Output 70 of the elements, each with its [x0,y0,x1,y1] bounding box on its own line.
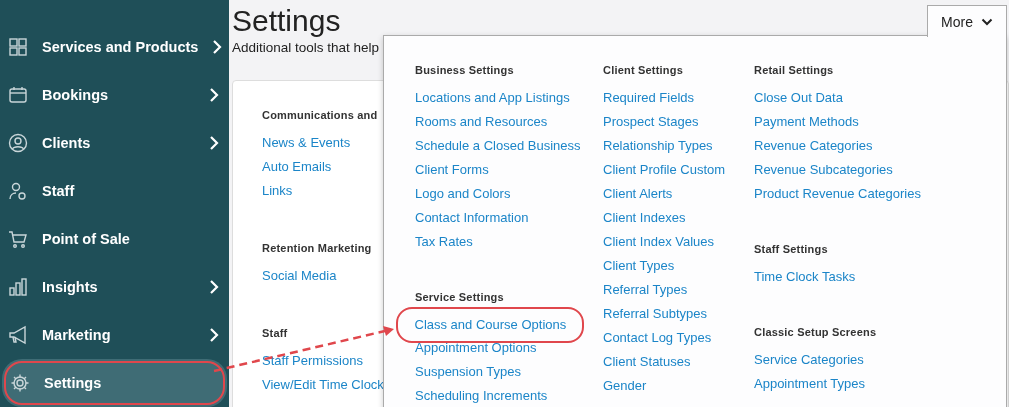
settings-link[interactable]: Prospect Stages [603,110,699,134]
settings-link[interactable]: Locations and App Listings [415,86,570,110]
section-heading: Business Settings [415,63,514,78]
settings-link[interactable]: Client Index Values [603,230,715,254]
settings-link[interactable]: Relationship Types [603,134,713,158]
chevron-right-icon [209,136,219,150]
settings-link[interactable]: Staff Permissions [262,349,363,373]
bar-chart-icon [8,277,28,297]
chevron-down-icon [980,17,993,26]
settings-link[interactable]: Service Categories [754,348,864,372]
settings-link[interactable]: Revenue Categories [754,134,873,158]
cart-icon [8,229,28,249]
person-circle-icon [8,133,28,153]
settings-link[interactable]: Referral Types [603,278,688,302]
settings-link[interactable]: Client Alerts [603,182,673,206]
settings-link[interactable]: Referral Subtypes [603,302,708,326]
settings-link[interactable]: Close Out Data [754,86,843,110]
settings-link[interactable]: Auto Emails [262,155,332,179]
settings-link[interactable]: Client Indexes [603,206,686,230]
sidebar-item[interactable]: Staff [0,167,229,215]
settings-link[interactable]: Revenue Subcategories [754,158,893,182]
section-heading: Retail Settings [754,63,834,78]
section-heading: Service Settings [415,290,504,305]
sidebar-item[interactable]: Bookings [0,71,229,119]
calendar-icon [8,85,28,105]
megaphone-icon [8,325,28,345]
page-subtitle: Additional tools that help [232,39,380,56]
sidebar-item[interactable]: Settings [2,359,227,407]
section-heading: Staff [262,326,288,341]
section-heading: Staff Settings [754,242,828,257]
settings-link[interactable]: Gender [603,374,647,398]
section-heading: Retention Marketing [262,241,372,256]
page-title: Settings [232,3,341,39]
section-heading: Classic Setup Screens [754,325,877,340]
settings-link[interactable]: Client Forms [415,158,489,182]
settings-link[interactable]: Client Types [603,254,675,278]
settings-link[interactable]: Rooms and Resources [415,110,548,134]
settings-link[interactable]: Product Revenue Categories [754,182,921,206]
settings-icon [10,373,30,393]
more-button[interactable]: More [927,5,1007,37]
grid-icon [8,37,28,57]
section-heading: Client Settings [603,63,683,78]
sidebar-item[interactable]: Services and Products [0,23,229,71]
settings-link[interactable]: Client Statuses [603,350,691,374]
sidebar-item[interactable]: Insights [0,263,229,311]
settings-link[interactable]: Contact Information [415,206,529,230]
settings-link[interactable]: Required Fields [603,86,695,110]
settings-link[interactable]: View/Edit Time Clock [262,373,384,397]
settings-link[interactable]: Social Media [262,264,337,288]
settings-link[interactable]: Links [262,179,293,203]
chevron-right-icon [209,328,219,342]
settings-link[interactable]: Client Profile Custom [603,158,726,182]
settings-link[interactable]: Logo and Colors [415,182,511,206]
settings-link[interactable]: Payment Methods [754,110,859,134]
settings-link[interactable]: News & Events [262,131,351,155]
chevron-right-icon [209,88,219,102]
settings-link[interactable]: Appointment Types [754,372,866,396]
settings-link[interactable]: Time Clock Tasks [754,265,856,289]
sidebar-item[interactable]: Clients [0,119,229,167]
settings-link[interactable]: Class and Course Options [395,306,585,343]
sidebar-item[interactable]: Point of Sale [0,215,229,263]
sidebar-item[interactable]: Marketing [0,311,229,359]
chevron-right-icon [209,280,219,294]
settings-link[interactable]: Tax Rates [415,230,473,254]
settings-link[interactable]: Contact Log Types [603,326,712,350]
settings-link[interactable]: Suspension Types [415,360,521,384]
section-heading: Communications and [262,108,378,123]
chevron-right-icon [212,40,223,54]
settings-link[interactable]: Schedule a Closed Business [415,134,581,158]
settings-link[interactable]: Scheduling Increments [415,384,548,407]
